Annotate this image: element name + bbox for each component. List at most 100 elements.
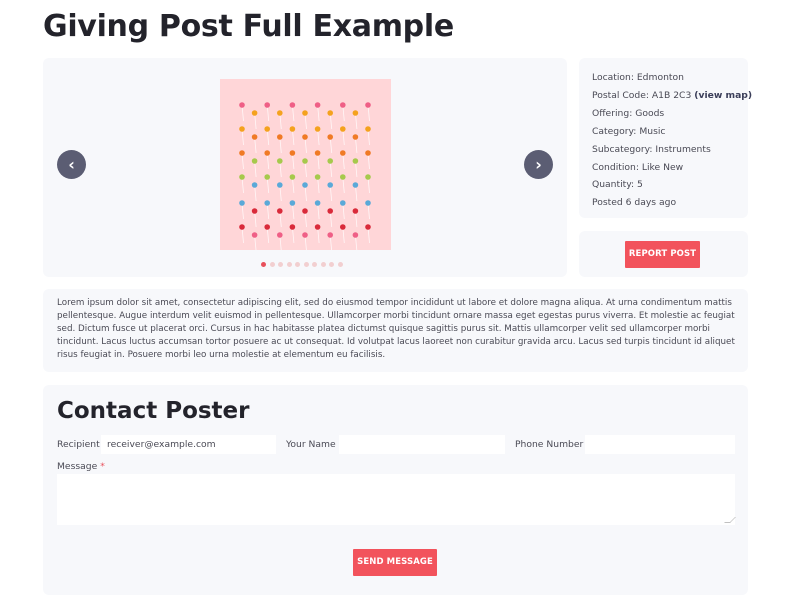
pin-head — [264, 200, 270, 206]
send-message-button[interactable]: SEND MESSAGE — [353, 549, 437, 576]
pin-head — [327, 158, 333, 164]
pin-head — [365, 126, 371, 132]
carousel-dot[interactable] — [329, 262, 334, 267]
pin-head — [289, 200, 296, 206]
pin-head — [239, 102, 245, 108]
pin-head — [277, 134, 283, 140]
description-panel: Lorem ipsum dolor sit amet, consectetur … — [43, 289, 748, 372]
carousel-dot[interactable] — [337, 262, 343, 267]
report-panel: REPORT POST — [579, 231, 748, 277]
previous-slide-button[interactable]: ‹ — [57, 150, 86, 179]
pin-head — [264, 174, 270, 180]
pin-head — [277, 208, 283, 214]
pin-head — [239, 174, 245, 180]
pin-head — [352, 110, 359, 116]
pin-head — [365, 224, 371, 230]
pin-head — [340, 102, 346, 108]
pin-head — [289, 224, 296, 230]
pin-head — [340, 200, 346, 206]
carousel-dot[interactable] — [320, 262, 326, 267]
pin-head — [251, 232, 258, 238]
pin-head — [365, 150, 371, 156]
recipient-field[interactable]: receiver@example.com — [101, 435, 276, 454]
pin-head — [327, 208, 333, 214]
pin-head — [277, 232, 283, 238]
post-details: Location: Edmonton Postal Code: A1B 2C3 … — [579, 58, 752, 218]
pin-head — [314, 174, 321, 180]
pin-head — [289, 126, 296, 132]
pin-head — [264, 150, 270, 156]
message-label-text: Message — [57, 461, 98, 472]
post-description: Lorem ipsum dolor sit amet, consectetur … — [57, 298, 735, 361]
your-name-label: Your Name — [286, 439, 336, 450]
carousel-dot[interactable] — [269, 262, 275, 267]
pin-head — [314, 224, 321, 230]
recipient-label: Recipient — [57, 439, 100, 450]
pin-head — [327, 110, 333, 116]
pin-head — [352, 158, 359, 164]
pin-head — [239, 200, 245, 206]
pin-head — [314, 200, 321, 206]
pin-head — [314, 126, 321, 132]
slide-image[interactable] — [220, 79, 391, 250]
pin-head — [365, 174, 371, 180]
pin-head — [352, 182, 359, 188]
postal-code-text: Postal Code: A1B 2C3 — [592, 89, 692, 101]
pin-head — [251, 110, 258, 116]
carousel-dot[interactable] — [286, 262, 292, 267]
your-name-field[interactable] — [339, 435, 505, 454]
carousel-dot[interactable] — [261, 262, 266, 267]
view-map-link[interactable]: (view map) — [694, 90, 752, 101]
posted-date-text: Posted 6 days ago — [592, 197, 677, 209]
category-text: Category: Music — [592, 125, 666, 137]
pin-head — [302, 158, 308, 164]
pin-head — [289, 102, 296, 108]
message-label: Message * — [57, 461, 105, 472]
contact-form: Contact Poster Recipient receiver@exampl… — [43, 385, 748, 595]
report-post-button[interactable]: REPORT POST — [625, 241, 700, 268]
carousel-dot[interactable] — [278, 262, 283, 267]
pin-head — [352, 208, 359, 214]
pin-head — [340, 174, 346, 180]
pin-head — [302, 182, 308, 188]
pin-head — [251, 182, 258, 188]
pin-head — [327, 182, 333, 188]
pin-head — [264, 102, 270, 108]
postal-code-line: Postal Code: A1B 2C3 (view map) — [592, 87, 752, 105]
pin-head — [277, 182, 283, 188]
pin-head — [340, 224, 346, 230]
pin-head — [239, 150, 245, 156]
pin-head — [251, 158, 258, 164]
location-text: Location: Edmonton — [592, 72, 684, 83]
required-mark: * — [100, 461, 105, 472]
pins-image — [239, 102, 371, 250]
next-slide-button[interactable]: › — [524, 150, 553, 179]
pin-head — [302, 134, 308, 140]
pin-head — [340, 126, 346, 132]
pin-head — [239, 126, 245, 132]
pin-head — [302, 232, 308, 238]
pin-head — [251, 134, 258, 140]
pin-head — [365, 200, 371, 206]
subcategory-text: Subcategory: Instruments — [592, 143, 711, 155]
carousel-dot[interactable] — [295, 262, 300, 267]
carousel-dot[interactable] — [312, 262, 317, 267]
pin-head — [314, 150, 321, 156]
pin-head — [277, 110, 283, 116]
pin-head — [264, 224, 270, 230]
pin-head — [327, 232, 333, 238]
pin-head — [277, 158, 283, 164]
pin-head — [365, 102, 371, 108]
pin-head — [289, 174, 296, 180]
message-field[interactable] — [57, 474, 735, 525]
pin-head — [352, 232, 359, 238]
carousel-dot[interactable] — [303, 262, 309, 267]
pin-head — [264, 126, 270, 132]
contact-title: Contact Poster — [57, 398, 250, 424]
page-title: Giving Post Full Example — [43, 9, 454, 44]
quantity-text: Quantity: 5 — [592, 179, 643, 191]
phone-number-field[interactable] — [585, 435, 735, 454]
offering-text: Offering: Goods — [592, 107, 665, 119]
pin-head — [352, 134, 359, 140]
phone-number-label: Phone Number — [515, 439, 584, 450]
